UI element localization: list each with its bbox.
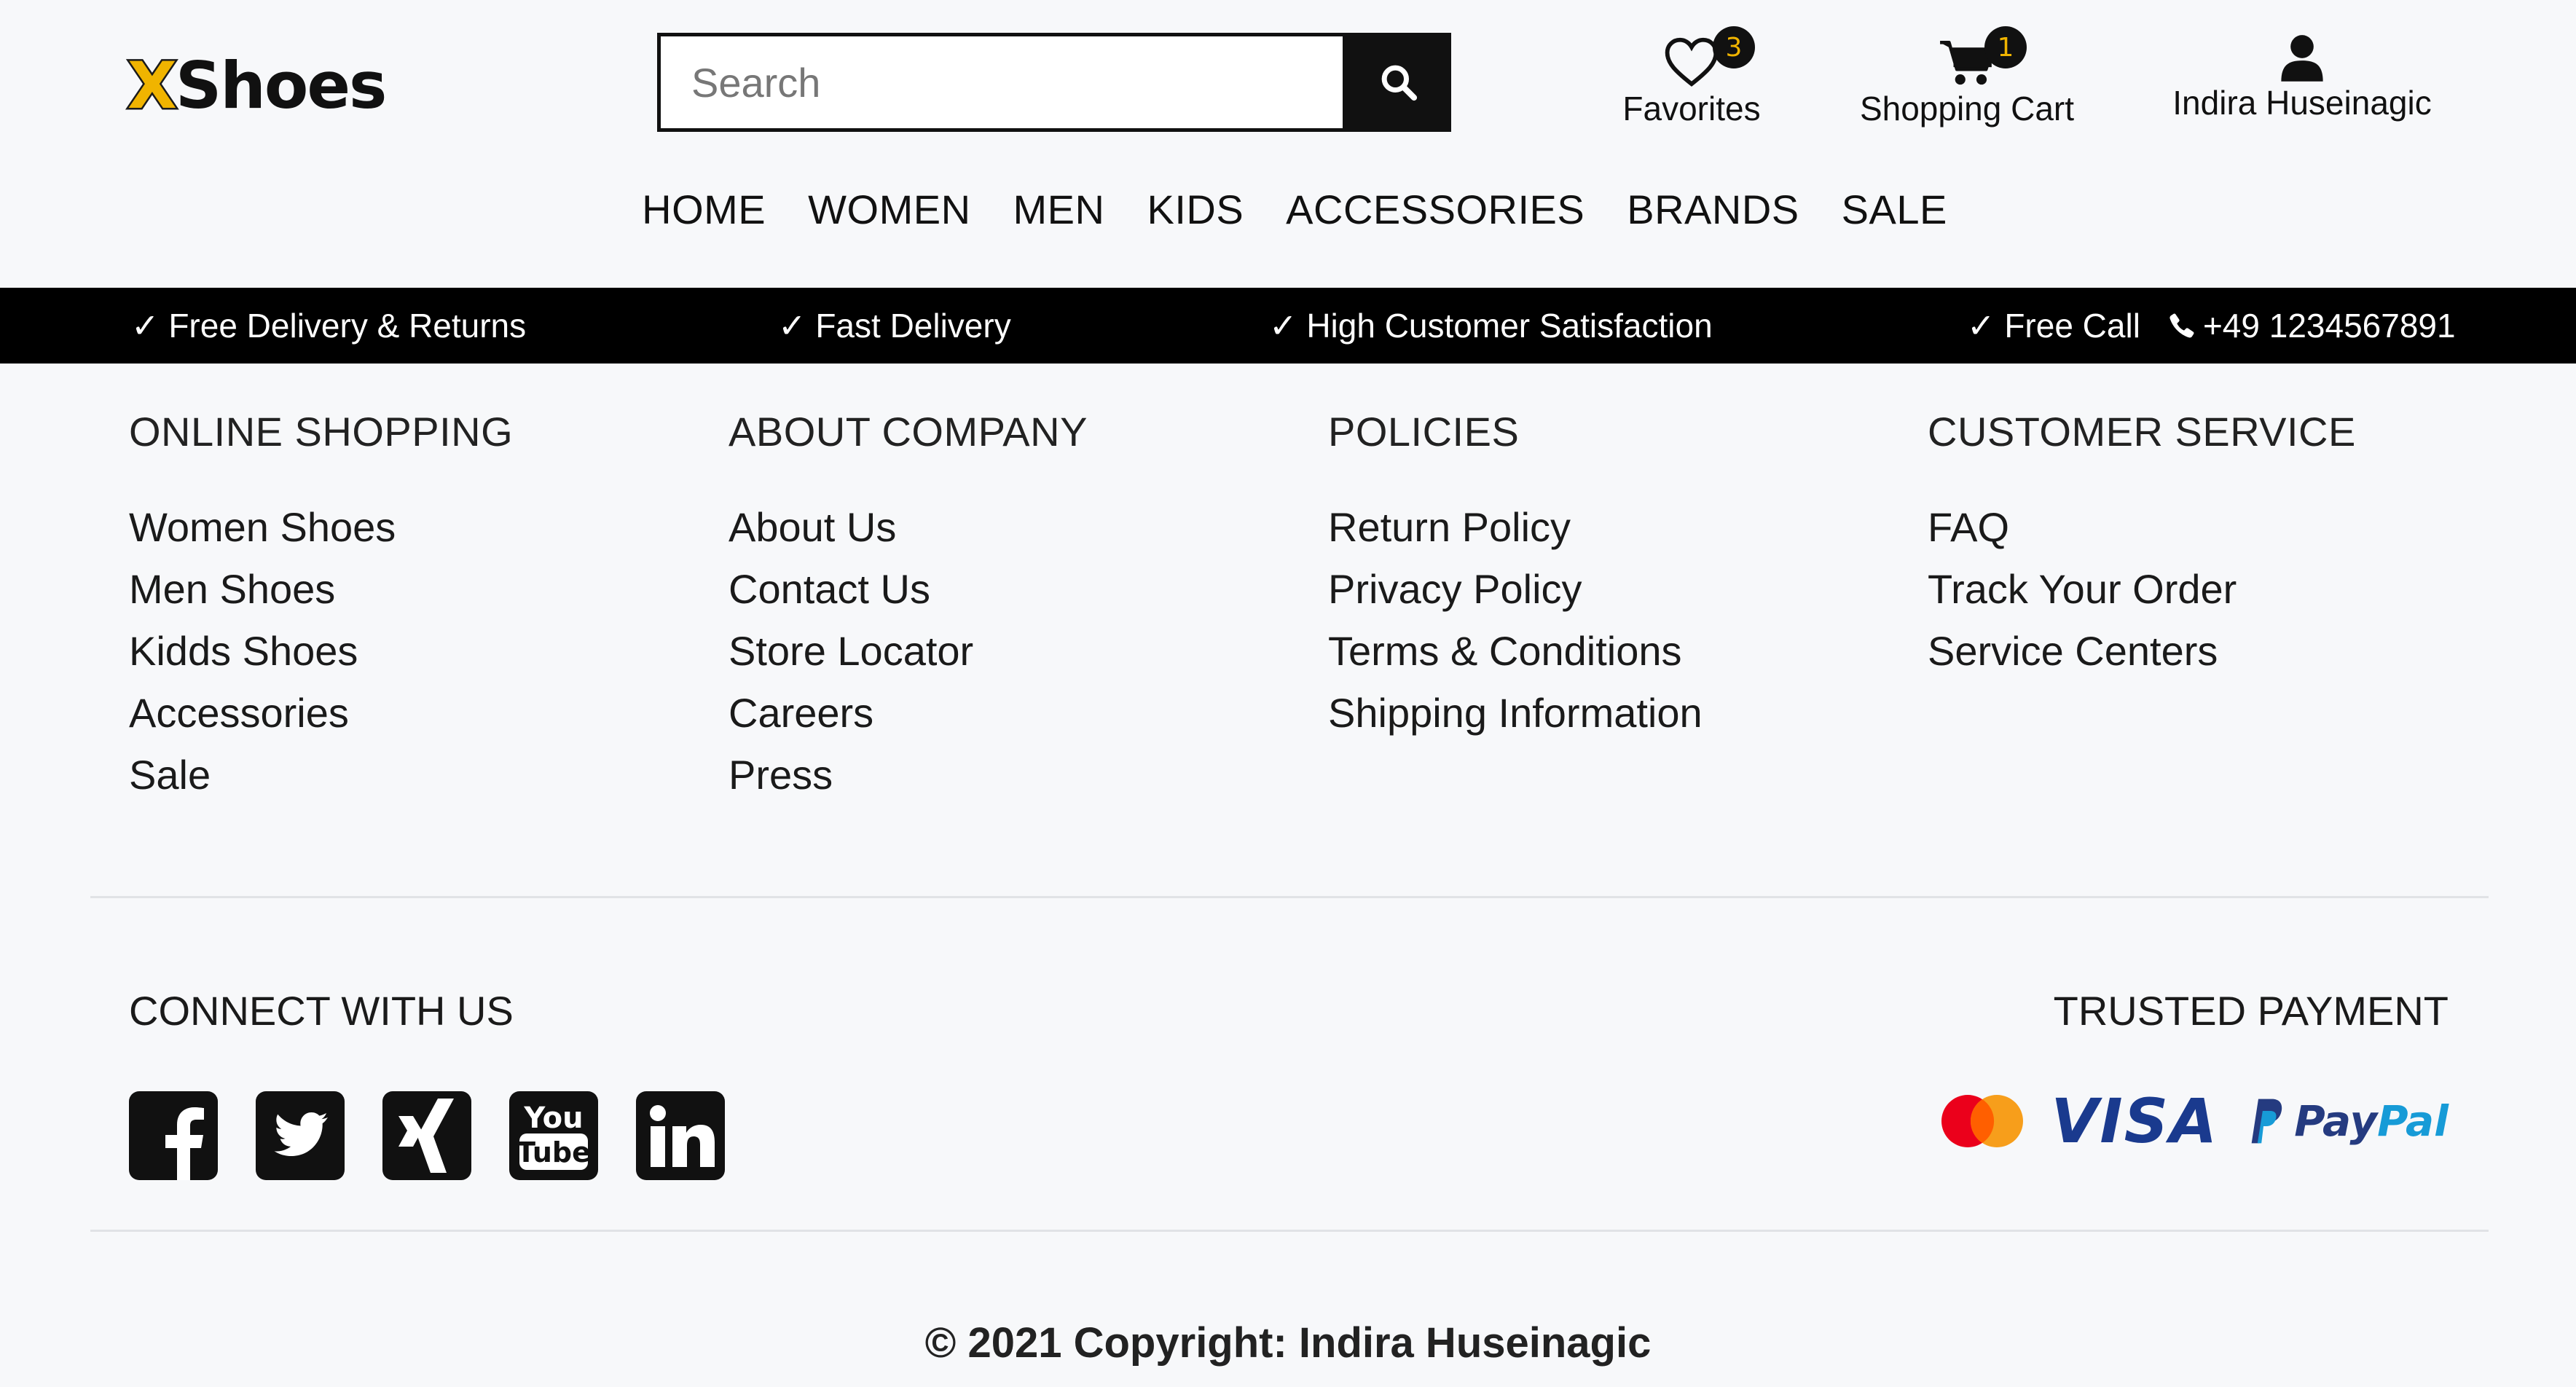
- search-form: [657, 33, 1451, 132]
- nav-brands[interactable]: BRANDS: [1627, 186, 1799, 233]
- footer-link-men-shoes[interactable]: Men Shoes: [129, 566, 335, 612]
- phone-icon: [2169, 313, 2194, 338]
- user-account-link[interactable]: Indira Huseinagic: [2164, 29, 2440, 122]
- nav-home[interactable]: HOME: [642, 186, 766, 233]
- facebook-icon: [165, 1107, 204, 1180]
- youtube-icon: You Tube: [517, 1101, 591, 1170]
- svg-text:Tube: Tube: [517, 1136, 591, 1168]
- phone-number: +49 1234567891: [2202, 307, 2456, 345]
- footer-link-contact-us[interactable]: Contact Us: [729, 566, 930, 612]
- footer-link-service-centers[interactable]: Service Centers: [1928, 628, 2218, 674]
- footer-link-kids-shoes[interactable]: Kidds Shoes: [129, 628, 358, 674]
- visa-logo: VISA: [2051, 1085, 2219, 1157]
- phone-link[interactable]: +49 1234567891: [2168, 306, 2456, 345]
- nav-women[interactable]: WOMEN: [808, 186, 970, 233]
- footer-column-policies: POLICIES Return Policy Privacy Policy Te…: [1328, 408, 1703, 755]
- footer-link-track-order[interactable]: Track Your Order: [1928, 566, 2237, 612]
- column-title: POLICIES: [1328, 409, 1520, 455]
- paypal-text-pal: Pal: [2377, 1096, 2449, 1146]
- footer-link-careers[interactable]: Careers: [729, 690, 873, 736]
- user-name: Indira Huseinagic: [2172, 84, 2432, 122]
- search-icon: [1381, 65, 1418, 101]
- logo-x: X: [126, 46, 179, 125]
- search-button[interactable]: [1346, 33, 1451, 132]
- favorites-link[interactable]: 3 Favorites: [1611, 26, 1772, 128]
- benefit-free-delivery: ✓ Free Delivery & Returns: [131, 307, 527, 345]
- xing-link[interactable]: [382, 1091, 471, 1180]
- mastercard-icon: [1941, 1095, 2024, 1147]
- twitter-icon: [274, 1112, 328, 1157]
- footer-divider-bottom: [90, 1230, 2489, 1232]
- search-input[interactable]: [657, 33, 1346, 132]
- paypal-text-pay: Pay: [2294, 1096, 2378, 1146]
- footer-link-store-locator[interactable]: Store Locator: [729, 628, 973, 674]
- trusted-payment-title: TRUSTED PAYMENT: [2053, 988, 2449, 1034]
- footer-divider: [90, 896, 2489, 898]
- favorites-count-badge: 3: [1713, 26, 1755, 68]
- twitter-link[interactable]: [256, 1091, 345, 1180]
- linkedin-icon: [650, 1105, 715, 1167]
- favorites-icon-wrap: 3: [1663, 26, 1755, 87]
- social-links: You Tube: [129, 1091, 725, 1180]
- heart-icon: [1665, 37, 1719, 87]
- nav-accessories[interactable]: ACCESSORIES: [1286, 186, 1585, 233]
- copyright: © 2021 Copyright: Indira Huseinagic: [924, 1319, 1652, 1367]
- footer-link-women-shoes[interactable]: Women Shoes: [129, 504, 396, 550]
- paypal-logo: PayPal: [2243, 1096, 2449, 1146]
- benefit-fast-delivery: ✓ Fast Delivery: [778, 307, 1011, 345]
- benefits-bar: ✓ Free Delivery & Returns ✓ Fast Deliver…: [0, 288, 2576, 364]
- payment-methods: VISA PayPal: [1939, 1085, 2449, 1157]
- benefit-free-call: ✓ Free Call +49 1234567891: [1967, 288, 2456, 364]
- footer-link-shipping-info[interactable]: Shipping Information: [1328, 690, 1703, 736]
- footer-link-terms[interactable]: Terms & Conditions: [1328, 628, 1682, 674]
- footer-link-faq[interactable]: FAQ: [1928, 504, 2009, 550]
- user-icon-wrap: [2280, 29, 2324, 82]
- free-call-label: ✓ Free Call: [1967, 307, 2140, 345]
- paypal-icon: [2251, 1099, 2282, 1144]
- favorites-label: Favorites: [1622, 90, 1761, 127]
- site-logo[interactable]: X Shoes: [126, 45, 388, 125]
- footer-column-customer-service: CUSTOMER SERVICE FAQ Track Your Order Se…: [1928, 408, 2356, 693]
- site-header: XShoes 3 Favorites 1: [0, 0, 2576, 288]
- footer-link-sale[interactable]: Sale: [129, 752, 211, 798]
- youtube-link[interactable]: You Tube: [509, 1091, 598, 1180]
- xing-icon: [398, 1099, 454, 1173]
- main-nav: HOME WOMEN MEN KIDS ACCESSORIES BRANDS S…: [0, 186, 2576, 233]
- footer-column-online-shopping: ONLINE SHOPPING Women Shoes Men Shoes Ki…: [129, 408, 513, 817]
- footer-link-return-policy[interactable]: Return Policy: [1328, 504, 1571, 550]
- nav-men[interactable]: MEN: [1013, 186, 1105, 233]
- column-title: ABOUT COMPANY: [729, 409, 1088, 455]
- shopping-cart-label: Shopping Cart: [1859, 90, 2075, 127]
- cart-count-badge: 1: [1984, 26, 2027, 68]
- column-title: CUSTOMER SERVICE: [1928, 409, 2356, 455]
- shopping-cart-link[interactable]: 1 Shopping Cart: [1850, 26, 2084, 128]
- footer-link-press[interactable]: Press: [729, 752, 833, 798]
- connect-title: CONNECT WITH US: [129, 988, 514, 1034]
- linkedin-link[interactable]: [636, 1091, 725, 1180]
- svg-text:You: You: [523, 1101, 583, 1135]
- facebook-link[interactable]: [129, 1091, 218, 1180]
- footer-link-about-us[interactable]: About Us: [729, 504, 896, 550]
- nav-sale[interactable]: SALE: [1842, 186, 1947, 233]
- benefit-satisfaction: ✓ High Customer Satisfaction: [1269, 307, 1713, 345]
- user-icon: [2281, 35, 2323, 82]
- column-title: ONLINE SHOPPING: [129, 409, 514, 455]
- paypal-text: PayPal: [2294, 1096, 2449, 1146]
- footer-link-accessories[interactable]: Accessories: [129, 690, 349, 736]
- footer-link-privacy-policy[interactable]: Privacy Policy: [1328, 566, 1582, 612]
- cart-icon-wrap: 1: [1938, 26, 2027, 87]
- logo-text: Shoes: [175, 47, 388, 123]
- nav-kids[interactable]: KIDS: [1147, 186, 1244, 233]
- footer-column-about-company: ABOUT COMPANY About Us Contact Us Store …: [729, 408, 1088, 817]
